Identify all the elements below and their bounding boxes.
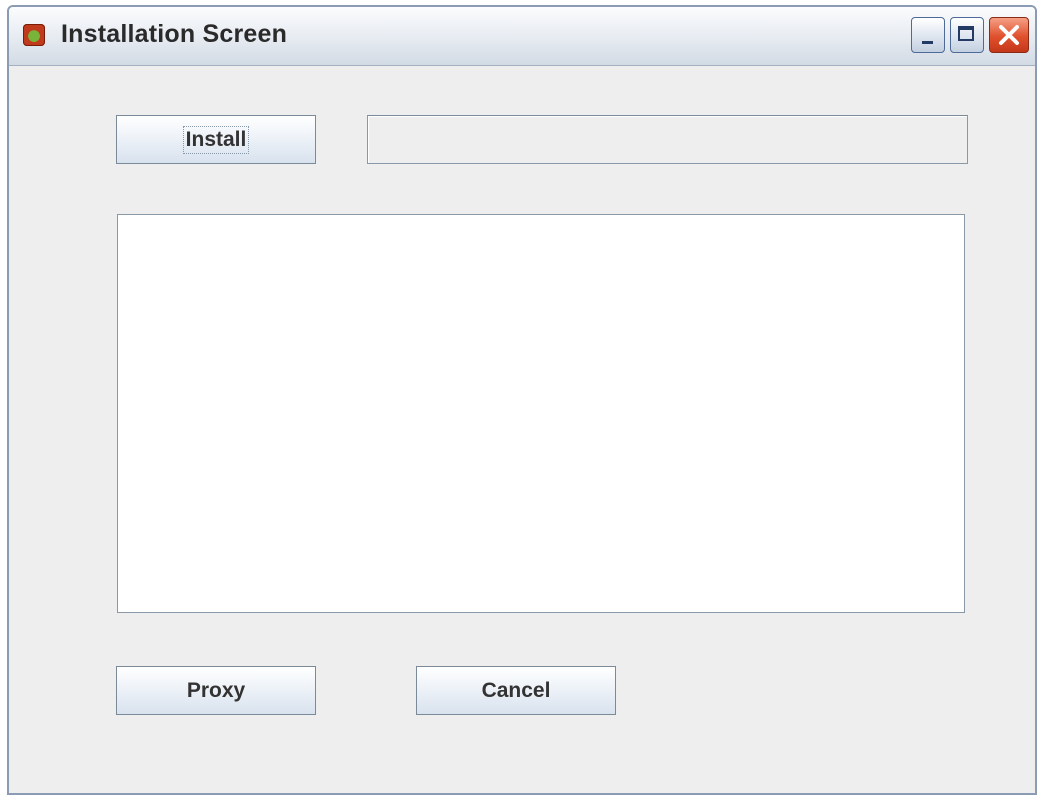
proxy-button-label: Proxy: [186, 678, 246, 702]
maximize-icon: [958, 26, 974, 41]
maximize-button[interactable]: [950, 17, 984, 53]
install-log-textarea[interactable]: [117, 214, 965, 613]
proxy-button[interactable]: Proxy: [116, 666, 316, 715]
install-button-label: Install: [182, 125, 250, 154]
window-title: Installation Screen: [61, 20, 288, 48]
title-bar[interactable]: Installation Screen: [9, 7, 1035, 66]
install-button[interactable]: Install: [116, 115, 316, 164]
install-path-field[interactable]: [367, 115, 968, 164]
close-icon: [999, 25, 1019, 45]
cancel-button-label: Cancel: [481, 678, 551, 702]
cancel-button[interactable]: Cancel: [416, 666, 616, 715]
installation-window: Installation Screen Install Proxy Cancel: [7, 5, 1037, 795]
minimize-button[interactable]: [911, 17, 945, 53]
close-button[interactable]: [989, 17, 1029, 53]
minimize-icon: [922, 41, 933, 44]
application-icon: [23, 24, 45, 46]
